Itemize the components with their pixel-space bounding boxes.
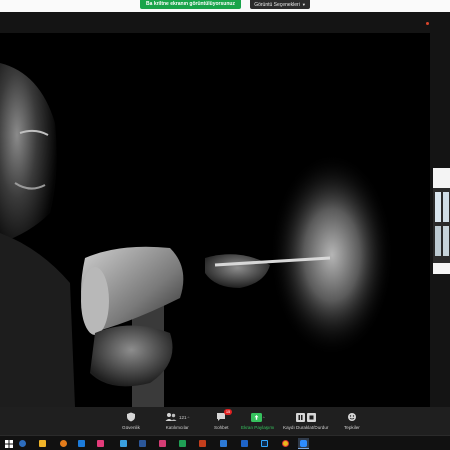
- security-label: Güvenlik: [122, 425, 140, 430]
- view-options-label: Görüntü Seçenekleri: [254, 2, 300, 8]
- record-controls-button[interactable]: Kaydı Duraklat/Durdur: [283, 410, 328, 434]
- security-button[interactable]: Güvenlik: [122, 410, 140, 434]
- chrome-icon[interactable]: [280, 438, 291, 449]
- plex-icon[interactable]: [95, 438, 106, 449]
- recording-indicator-icon: [426, 22, 429, 25]
- powerpoint-icon[interactable]: [197, 438, 208, 449]
- edge-icon[interactable]: [58, 438, 69, 449]
- participants-label: Katılımcılar: [165, 425, 189, 430]
- participants-button[interactable]: 121 ^ Katılımcılar: [165, 410, 189, 434]
- photoshop-icon[interactable]: [259, 438, 270, 449]
- windows-taskbar: [0, 435, 450, 450]
- shared-screen: [0, 33, 430, 407]
- participant-count: 121: [179, 414, 187, 420]
- outlook-icon[interactable]: [239, 438, 250, 449]
- screen-share-banner: Ba kriltne ekranın görüntülüyorsunuz: [140, 0, 241, 9]
- shield-icon: [126, 410, 136, 424]
- windows-start-icon[interactable]: [3, 438, 14, 449]
- task-view-icon[interactable]: [37, 438, 48, 449]
- chat-label: Sohbet: [214, 425, 229, 430]
- explorer-icon[interactable]: [118, 438, 129, 449]
- reaction-icon: [347, 413, 356, 421]
- word-icon[interactable]: [137, 438, 148, 449]
- reactions-button[interactable]: Tepkiler: [344, 410, 360, 434]
- excel-icon[interactable]: [177, 438, 188, 449]
- record-controls-label: Kaydı Duraklat/Durdur: [283, 425, 329, 430]
- window-view-icon: [433, 168, 450, 274]
- chevron-down-icon: ▼: [301, 2, 306, 7]
- caret-up-icon[interactable]: ^: [263, 415, 265, 420]
- chat-badge: 15: [223, 409, 233, 415]
- zoom-icon[interactable]: [298, 438, 309, 449]
- meeting-toolbar: Güvenlik 121 ^ Katılımcılar 15 Sohbet ^ …: [0, 407, 450, 435]
- store-icon[interactable]: [76, 438, 87, 449]
- email-icon[interactable]: [218, 438, 229, 449]
- caret-up-icon[interactable]: ^: [188, 415, 190, 420]
- instagram-icon[interactable]: [157, 438, 168, 449]
- participant-thumbnail[interactable]: [433, 168, 450, 274]
- pause-stop-icon: [295, 412, 316, 422]
- participants-icon: [165, 413, 177, 421]
- view-options-button[interactable]: Görüntü Seçenekleri ▼: [250, 0, 310, 9]
- share-screen-icon: [250, 412, 262, 422]
- share-screen-label: Ekran Paylaşımı: [241, 425, 275, 430]
- chat-button[interactable]: 15 Sohbet: [214, 409, 233, 434]
- search-icon[interactable]: [17, 438, 28, 449]
- shared-photo: [0, 33, 430, 407]
- share-screen-button[interactable]: ^ Ekran Paylaşımı: [241, 410, 274, 434]
- reactions-label: Tepkiler: [344, 425, 360, 430]
